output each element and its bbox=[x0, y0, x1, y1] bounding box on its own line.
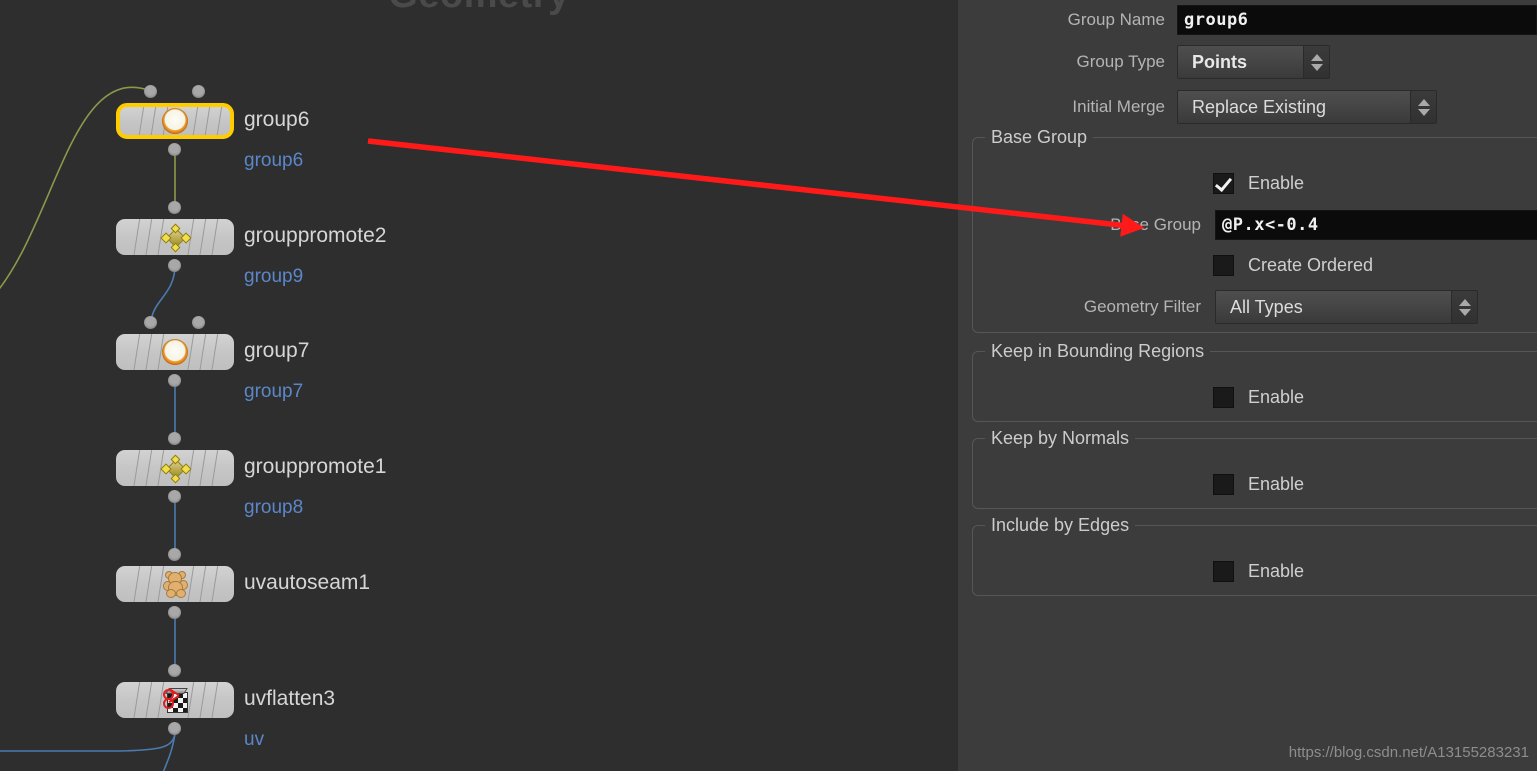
node-output-connector[interactable] bbox=[168, 259, 181, 272]
include-by-edges-enable-label: Enable bbox=[1248, 561, 1305, 581]
node-label-group7: group7 bbox=[244, 339, 310, 362]
node-sublabel-group7: group7 bbox=[244, 381, 304, 402]
node-sublabel-grouppromote1: group8 bbox=[244, 497, 304, 518]
node-label-group6: group6 bbox=[244, 108, 310, 131]
keep-by-normals-enable-checkbox[interactable] bbox=[1213, 474, 1234, 495]
geometry-filter-label: Geometry Filter bbox=[1083, 297, 1201, 316]
row-keep-bounding-enable: Enable bbox=[958, 387, 1304, 408]
keep-by-normals-enable-label: Enable bbox=[1248, 474, 1305, 494]
node-grouppromote2[interactable] bbox=[116, 219, 234, 255]
node-input-connector-2[interactable] bbox=[192, 316, 205, 329]
node-output-connector[interactable] bbox=[168, 722, 181, 735]
node-body[interactable] bbox=[116, 219, 234, 255]
node-label-uvautoseam1: uvautoseam1 bbox=[244, 571, 371, 594]
node-body[interactable] bbox=[116, 682, 234, 718]
row-group-type: Group Type Points bbox=[958, 45, 1330, 79]
node-label-grouppromote2: grouppromote2 bbox=[244, 224, 387, 247]
geometry-filter-dropdown[interactable]: All Types bbox=[1215, 290, 1478, 324]
include-by-edges-enable-checkbox[interactable] bbox=[1213, 561, 1234, 582]
row-include-edges-enable: Enable bbox=[958, 561, 1304, 582]
group-promote-icon bbox=[160, 223, 192, 253]
node-sublabel-uvflatten3: uv bbox=[244, 729, 265, 750]
row-create-ordered: Create Ordered bbox=[958, 255, 1373, 276]
node-input-connector[interactable] bbox=[168, 664, 181, 677]
node-output-connector[interactable] bbox=[168, 374, 181, 387]
node-group6[interactable] bbox=[116, 103, 234, 139]
group-sphere-icon bbox=[162, 108, 188, 134]
keep-bounding-regions-enable-label: Enable bbox=[1248, 387, 1305, 407]
group-type-value: Points bbox=[1192, 51, 1248, 72]
keep-bounding-regions-enable-checkbox[interactable] bbox=[1213, 387, 1234, 408]
node-input-connector[interactable] bbox=[168, 432, 181, 445]
node-uvautoseam1[interactable] bbox=[116, 566, 234, 602]
group-sphere-icon bbox=[162, 339, 188, 365]
row-geometry-filter: Geometry Filter All Types bbox=[958, 290, 1478, 324]
node-label-grouppromote1: grouppromote1 bbox=[244, 455, 387, 478]
node-output-connector[interactable] bbox=[168, 490, 181, 503]
create-ordered-checkbox[interactable] bbox=[1213, 255, 1234, 276]
node-input-connector[interactable] bbox=[168, 548, 181, 561]
node-body[interactable] bbox=[116, 566, 234, 602]
row-group-name: Group Name group6 bbox=[958, 5, 1537, 35]
initial-merge-spinner[interactable] bbox=[1410, 91, 1436, 123]
row-base-group-field: Base Group @P.x<-0.4 bbox=[958, 210, 1537, 240]
base-group-enable-label: Enable bbox=[1248, 173, 1305, 193]
uv-autoseam-icon bbox=[162, 571, 188, 598]
geometry-filter-value: All Types bbox=[1230, 296, 1303, 317]
initial-merge-label: Initial Merge bbox=[1072, 97, 1165, 116]
chevron-up-icon bbox=[1417, 98, 1430, 106]
chevron-up-icon bbox=[1310, 53, 1323, 61]
node-sublabel-grouppromote2: group9 bbox=[244, 266, 304, 287]
node-input-connector[interactable] bbox=[144, 85, 157, 98]
row-base-group-enable: Enable bbox=[958, 173, 1304, 194]
node-input-connector-2[interactable] bbox=[192, 85, 205, 98]
parameter-panel: Group Name group6 Group Type Points Init… bbox=[958, 0, 1537, 771]
network-editor-pane[interactable]: Geometry group6 group6 bbox=[0, 0, 958, 771]
node-uvflatten3[interactable] bbox=[116, 682, 234, 718]
chevron-down-icon bbox=[1310, 63, 1323, 71]
keep-bounding-regions-title: Keep in Bounding Regions bbox=[985, 341, 1211, 362]
base-group-field-label: Base Group bbox=[1110, 215, 1201, 234]
node-output-connector[interactable] bbox=[168, 143, 181, 156]
network-path-watermark: Geometry bbox=[0, 0, 958, 17]
base-group-title: Base Group bbox=[985, 127, 1094, 148]
chevron-up-icon bbox=[1458, 298, 1471, 306]
chevron-down-icon bbox=[1458, 308, 1471, 316]
group-name-label: Group Name bbox=[1067, 10, 1165, 29]
initial-merge-dropdown[interactable]: Replace Existing bbox=[1177, 90, 1437, 124]
node-label-uvflatten3: uvflatten3 bbox=[244, 687, 336, 710]
group-type-spinner[interactable] bbox=[1303, 46, 1329, 78]
create-ordered-label: Create Ordered bbox=[1248, 255, 1374, 275]
node-body[interactable] bbox=[116, 103, 234, 139]
include-by-edges-title: Include by Edges bbox=[985, 515, 1136, 536]
node-group7[interactable] bbox=[116, 334, 234, 370]
group-type-dropdown[interactable]: Points bbox=[1177, 45, 1330, 79]
group-type-label: Group Type bbox=[1076, 52, 1165, 71]
uv-flatten-icon bbox=[162, 687, 188, 713]
csdn-watermark: https://blog.csdn.net/A13155283231 bbox=[1288, 744, 1529, 761]
chevron-down-icon bbox=[1417, 108, 1430, 116]
node-body[interactable] bbox=[116, 334, 234, 370]
node-grouppromote1[interactable] bbox=[116, 450, 234, 486]
node-sublabel-group6: group6 bbox=[244, 150, 304, 171]
node-body[interactable] bbox=[116, 450, 234, 486]
base-group-expression-input[interactable]: @P.x<-0.4 bbox=[1215, 210, 1537, 240]
node-output-connector[interactable] bbox=[168, 606, 181, 619]
row-keep-normals-enable: Enable bbox=[958, 474, 1304, 495]
base-group-enable-checkbox[interactable] bbox=[1213, 173, 1234, 194]
initial-merge-value: Replace Existing bbox=[1192, 96, 1327, 117]
group-name-input[interactable]: group6 bbox=[1177, 5, 1537, 35]
geometry-filter-spinner[interactable] bbox=[1451, 291, 1477, 323]
row-initial-merge: Initial Merge Replace Existing bbox=[958, 90, 1437, 124]
node-input-connector[interactable] bbox=[144, 316, 157, 329]
group-promote-icon bbox=[160, 454, 192, 484]
keep-by-normals-title: Keep by Normals bbox=[985, 428, 1136, 449]
node-input-connector[interactable] bbox=[168, 201, 181, 214]
